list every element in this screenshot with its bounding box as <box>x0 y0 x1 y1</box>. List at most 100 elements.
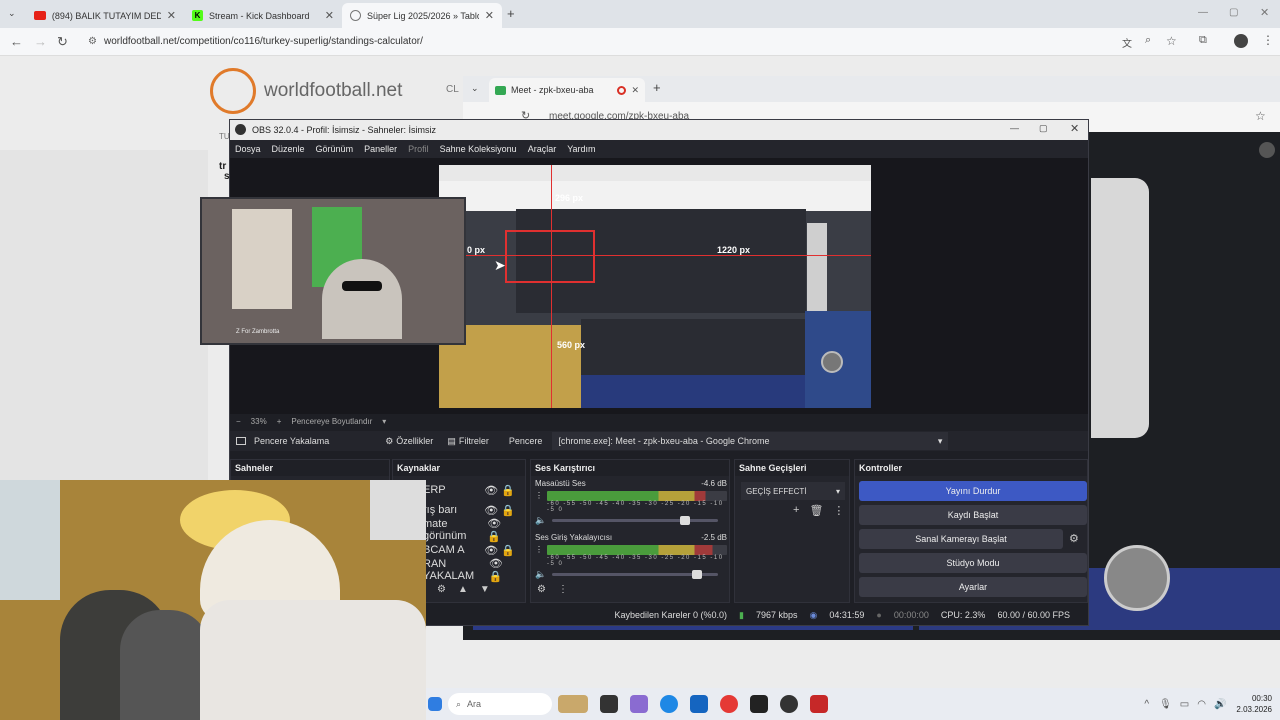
close-icon[interactable]: ✕ <box>485 9 494 22</box>
eye-icon[interactable]: 👁 🔒 <box>487 517 515 543</box>
eye-icon[interactable]: 👁 🔒 <box>484 504 515 517</box>
display-icon[interactable]: ▭ <box>1180 699 1189 710</box>
source-item[interactable]: ERP 👁 🔒 <box>423 480 523 500</box>
transition-select[interactable]: GEÇİŞ EFFECTİ ▾ <box>741 482 845 500</box>
menu-item-docks[interactable]: Paneller <box>364 144 397 154</box>
eye-icon[interactable]: 👁 🔒 <box>489 557 515 583</box>
trash-icon[interactable]: 🗑 <box>809 504 823 517</box>
translate-icon[interactable]: 文 <box>1122 35 1132 50</box>
start-icon[interactable] <box>428 697 442 711</box>
close-window-icon[interactable]: ✕ <box>1070 122 1079 135</box>
back-icon[interactable]: ← <box>10 34 23 49</box>
app-icon[interactable] <box>810 695 828 713</box>
capcut-icon[interactable] <box>750 695 768 713</box>
site-logo[interactable]: worldfootball.net <box>210 68 402 114</box>
settings-button[interactable]: Ayarlar <box>859 577 1087 597</box>
nav-link[interactable]: CL <box>446 84 459 95</box>
site-info-icon[interactable]: ⚙ <box>88 33 97 51</box>
meet-overflow-icon[interactable] <box>1259 142 1275 158</box>
gear-icon[interactable]: ⚙ <box>437 584 446 595</box>
preview-canvas[interactable]: 296 px 0 px 1220 px 560 px <box>439 165 871 408</box>
bookmark-star-icon[interactable]: ☆ <box>1166 34 1177 48</box>
menu-item-help[interactable]: Yardım <box>567 144 595 154</box>
menu-item-edit[interactable]: Düzenle <box>272 144 305 154</box>
start-virtual-camera-button[interactable]: Sanal Kamerayı Başlat <box>859 529 1063 549</box>
browser-tab-meet[interactable]: Meet - zpk-bxeu-aba ✕ <box>489 78 645 102</box>
eye-icon[interactable]: 👁 🔒 <box>484 484 515 497</box>
menu-item-file[interactable]: Dosya <box>235 144 261 154</box>
tray-chevron-icon[interactable]: ^ <box>1144 699 1149 710</box>
clock[interactable]: 00:30 2.03.2026 <box>1236 693 1272 715</box>
streamer-figure <box>322 259 402 339</box>
menu-dots-icon[interactable]: ⋮ <box>535 491 543 500</box>
source-label: ERP <box>423 484 446 496</box>
widgets-icon[interactable] <box>558 695 588 713</box>
fit-to-window[interactable]: Pencereye Boyutlandır <box>291 417 372 426</box>
reload-icon[interactable]: ↻ <box>57 34 68 50</box>
new-tab-icon[interactable]: + <box>507 6 515 21</box>
maximize-icon[interactable]: ▢ <box>1039 123 1048 134</box>
minimize-icon[interactable]: — <box>1010 123 1019 133</box>
source-item[interactable]: RAN YAKALAM 👁 🔒 <box>423 557 523 583</box>
add-icon[interactable]: + <box>793 504 799 517</box>
menu-item-tools[interactable]: Araçlar <box>528 144 557 154</box>
search-icon: ⌕ <box>456 698 462 709</box>
taskbar-search[interactable]: ⌕ Ara <box>448 693 552 715</box>
chevron-down-icon[interactable]: ▾ <box>382 417 386 426</box>
source-item[interactable]: mate görünüm 👁 🔒 <box>423 517 523 543</box>
speaker-icon[interactable]: 🔈 <box>535 515 546 526</box>
volume-slider[interactable] <box>552 570 719 579</box>
menu-dots-icon[interactable]: ⋮ <box>535 545 543 554</box>
properties-button[interactable]: ⚙ Özellikler <box>385 436 433 447</box>
studio-mode-button[interactable]: Stüdyo Modu <box>859 553 1087 573</box>
chrome-icon[interactable] <box>720 695 738 713</box>
close-icon[interactable]: ✕ <box>167 9 176 22</box>
menu-item-view[interactable]: Görünüm <box>316 144 354 154</box>
close-window-icon[interactable]: ✕ <box>1260 6 1269 19</box>
speaker-icon[interactable]: 🔈 <box>535 569 546 580</box>
wifi-icon[interactable]: ◠ <box>1197 699 1206 710</box>
minimize-icon[interactable]: — <box>1198 7 1208 18</box>
move-up-icon[interactable]: ▲ <box>458 584 468 595</box>
gear-icon[interactable]: ⚙ <box>1069 532 1079 545</box>
address-bar[interactable]: ⚙ worldfootball.net/competition/co116/tu… <box>86 33 1106 51</box>
properties-label: Özellikler <box>396 436 434 446</box>
new-tab-icon[interactable]: + <box>653 80 661 95</box>
menu-item-scene-collection[interactable]: Sahne Koleksiyonu <box>440 144 517 154</box>
volume-slider[interactable] <box>552 516 719 525</box>
selection-box[interactable] <box>505 230 595 283</box>
bookmark-star-icon[interactable]: ☆ <box>1255 109 1266 123</box>
zoom-out-icon[interactable]: − <box>236 417 241 426</box>
filters-button[interactable]: ▤ Filtreler <box>447 436 489 447</box>
copilot-icon[interactable] <box>630 695 648 713</box>
edge-icon[interactable] <box>660 695 678 713</box>
task-view-icon[interactable] <box>600 695 618 713</box>
zoom-icon[interactable]: ⌕ <box>1145 34 1151 47</box>
tab-list-icon[interactable]: ⌄ <box>8 8 16 19</box>
close-icon[interactable]: ✕ <box>325 9 334 22</box>
window-select[interactable]: [chrome.exe]: Meet - zpk-bxeu-aba - Goog… <box>552 432 949 450</box>
stop-streaming-button[interactable]: Yayını Durdur <box>859 481 1087 501</box>
advanced-audio-icon[interactable]: ⚙ <box>537 584 546 595</box>
profile-avatar[interactable] <box>1234 34 1248 48</box>
volume-icon[interactable]: 🔊 <box>1214 699 1226 710</box>
microphone-icon[interactable]: 🎙 <box>1159 699 1172 710</box>
browser-tab-superlig[interactable]: Süper Lig 2025/2026 » Tablo H ✕ <box>342 3 502 28</box>
browser-tab-kick[interactable]: K Stream - Kick Dashboard ✕ <box>184 3 342 28</box>
start-recording-button[interactable]: Kaydı Başlat <box>859 505 1087 525</box>
tab-list-icon[interactable]: ⌄ <box>471 83 479 94</box>
zoom-in-icon[interactable]: + <box>277 417 282 426</box>
forward-icon[interactable]: → <box>34 34 47 49</box>
browser-tab-youtube[interactable]: (894) BALIK TUTAYIM DEDİM B ✕ <box>26 3 184 28</box>
close-icon[interactable]: ✕ <box>631 85 639 96</box>
move-down-icon[interactable]: ▼ <box>480 584 490 595</box>
eye-icon[interactable]: 👁 🔒 <box>484 544 515 557</box>
menu-dots-icon[interactable]: ⋮ <box>1262 33 1274 47</box>
menu-item-profile[interactable]: Profil <box>408 144 429 154</box>
menu-dots-icon[interactable]: ⋮ <box>833 504 844 517</box>
extensions-icon[interactable]: ⧉ <box>1199 34 1207 47</box>
obs-icon[interactable] <box>780 695 798 713</box>
menu-dots-icon[interactable]: ⋮ <box>558 584 568 595</box>
maximize-icon[interactable]: ▢ <box>1229 7 1238 18</box>
store-icon[interactable] <box>690 695 708 713</box>
